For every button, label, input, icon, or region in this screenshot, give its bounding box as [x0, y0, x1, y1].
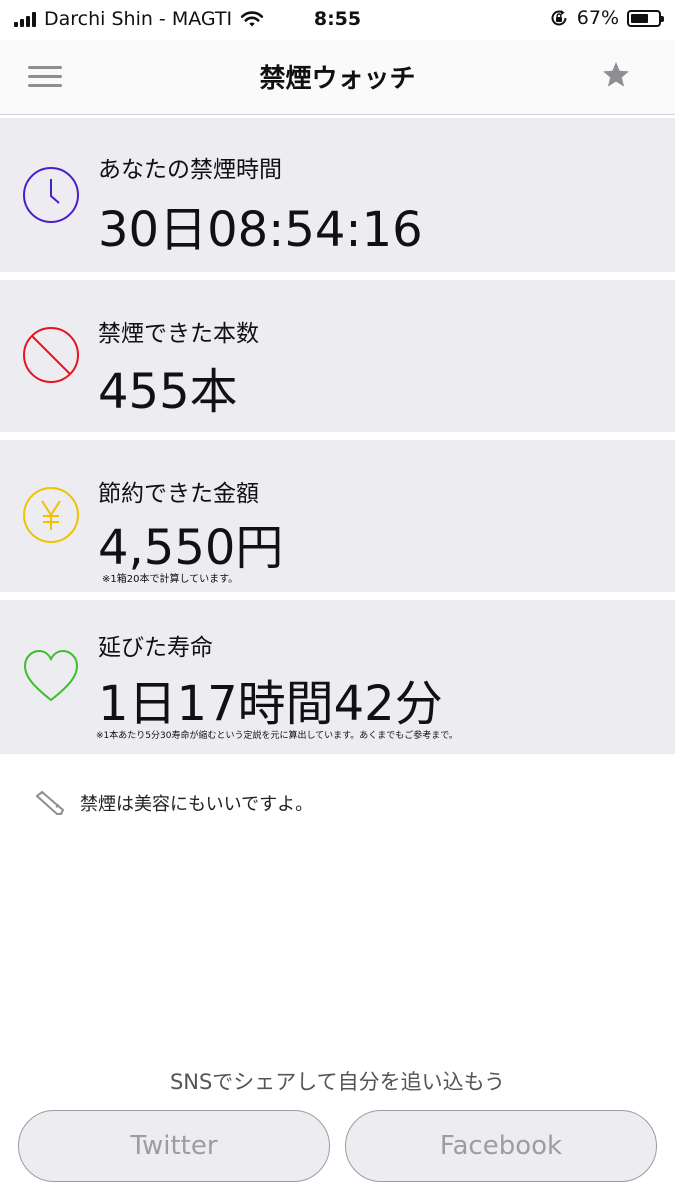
money-saved-card: 節約できた金額 4,550円 ※1箱20本で計算しています。 [0, 440, 675, 592]
prohibited-icon [23, 327, 79, 383]
star-icon [603, 62, 629, 87]
clock-icon [23, 167, 79, 223]
share-prompt: SNSでシェアして自分を追い込もう [169, 1070, 506, 1094]
pencil-icon [36, 790, 65, 815]
life-extended-label: 延びた寿命 [98, 635, 213, 661]
money-saved-note: ※1箱20本で計算しています。 [102, 574, 239, 585]
yen-icon [23, 487, 79, 543]
cigarettes-card: 禁煙できた本数 455本 [0, 280, 675, 432]
life-extended-note: ※1本あたり5分30寿命が縮むという定説を元に算出しています。あくまでもご参考ま… [96, 731, 458, 741]
quit-time-value: 30日08:54:16 [98, 202, 423, 258]
money-saved-label: 節約できた金額 [98, 481, 259, 507]
cigarettes-value: 455本 [98, 364, 238, 420]
twitter-button[interactable]: Twitter [18, 1110, 330, 1182]
quit-time-label: あなたの禁煙時間 [98, 157, 282, 183]
heart-icon [23, 649, 79, 702]
quit-time-card: あなたの禁煙時間 30日08:54:16 [0, 118, 675, 272]
battery-fill [631, 13, 649, 23]
money-saved-value: 4,550円 [98, 520, 284, 576]
status-right: 67% [549, 7, 664, 29]
favorite-button[interactable] [601, 60, 631, 90]
tip-text: 禁煙は美容にもいいですよ。 [80, 794, 314, 815]
rotation-lock-icon [551, 10, 567, 26]
battery-icon [627, 9, 664, 27]
tip-row: 禁煙は美容にもいいですよ。 [36, 788, 313, 818]
page-title: 禁煙ウォッチ [259, 64, 416, 94]
cigarettes-label: 禁煙できた本数 [98, 321, 259, 347]
facebook-button[interactable]: Facebook [345, 1110, 657, 1182]
battery-percent: 67% [576, 7, 619, 29]
life-extended-value: 1日17時間42分 [98, 676, 443, 732]
navigation-bar: 禁煙ウォッチ [0, 40, 675, 115]
status-bar: Darchi Shin - MAGTI 8:55 67% [0, 0, 675, 40]
life-extended-card: 延びた寿命 1日17時間42分 ※1本あたり5分30寿命が縮むという定説を元に算… [0, 600, 675, 754]
